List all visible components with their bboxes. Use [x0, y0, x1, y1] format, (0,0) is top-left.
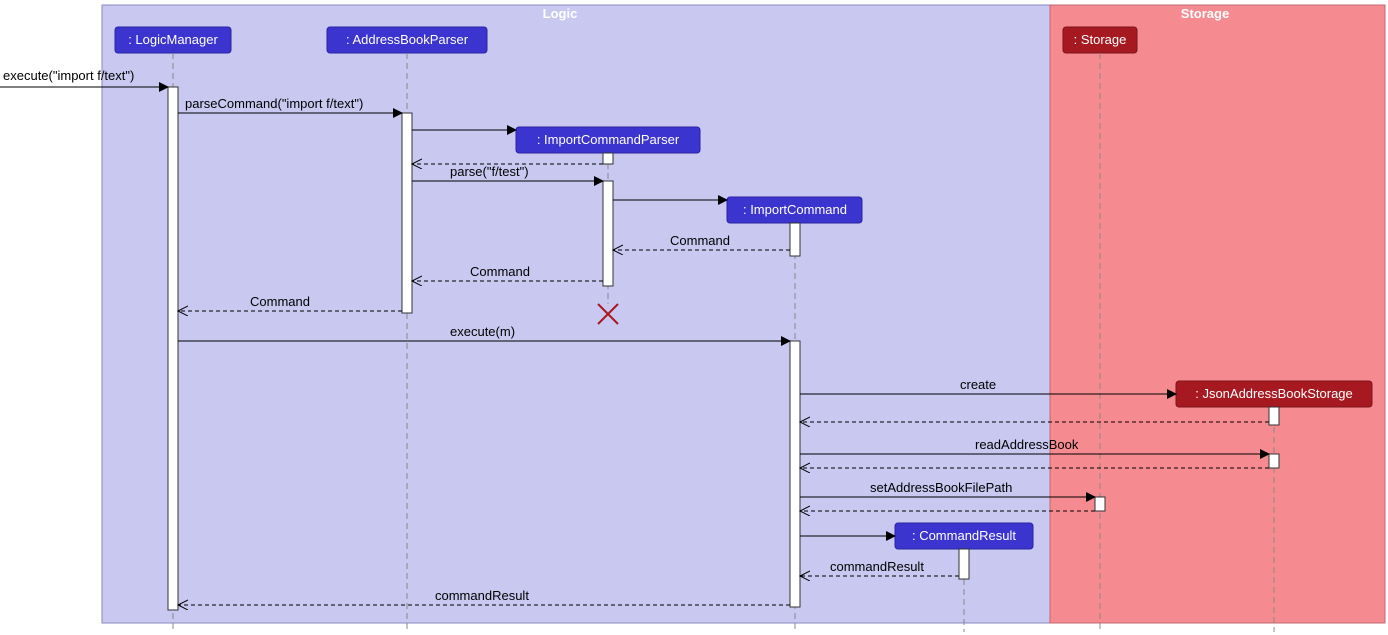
msg-execute-m-label: execute(m)	[450, 324, 515, 339]
msg-set-addr-file-path-label: setAddressBookFilePath	[870, 480, 1012, 495]
msg-ret-command-3-label: Command	[250, 294, 310, 309]
obj-logic-manager-label: : LogicManager	[128, 32, 218, 47]
msg-ret-command-result-2-label: commandResult	[435, 588, 529, 603]
obj-import-command-label: : ImportCommand	[743, 202, 847, 217]
activation-json-1	[1269, 407, 1279, 425]
msg-create-json-label: create	[960, 377, 996, 392]
activation-import-command-parser-1	[603, 153, 613, 164]
activation-import-command-parser-2	[603, 181, 613, 286]
msg-parse-command-label: parseCommand("import f/text")	[185, 96, 363, 111]
frame-storage-title: Storage	[1181, 6, 1229, 21]
msg-read-address-book-label: readAddressBook	[975, 437, 1079, 452]
msg-ret-command-2-label: Command	[470, 264, 530, 279]
activation-command-result	[959, 549, 969, 579]
msg-parse-label: parse("f/test")	[450, 164, 529, 179]
activation-import-command-1	[790, 223, 800, 256]
obj-storage-label: : Storage	[1074, 32, 1127, 47]
activation-storage-1	[1095, 497, 1105, 511]
frame-logic-title: Logic	[543, 6, 578, 21]
activation-json-2	[1269, 454, 1279, 468]
msg-execute-label: execute("import f/text")	[3, 68, 134, 83]
obj-json-address-book-storage-label: : JsonAddressBookStorage	[1195, 386, 1353, 401]
activation-address-book-parser	[402, 113, 412, 313]
msg-ret-command-result-1-label: commandResult	[830, 559, 924, 574]
activation-import-command-2	[790, 341, 800, 607]
obj-command-result-label: : CommandResult	[912, 528, 1016, 543]
activation-logic-manager	[168, 87, 178, 610]
msg-ret-command-1-label: Command	[670, 233, 730, 248]
obj-address-book-parser-label: : AddressBookParser	[346, 32, 469, 47]
obj-import-command-parser-label: : ImportCommandParser	[537, 132, 680, 147]
